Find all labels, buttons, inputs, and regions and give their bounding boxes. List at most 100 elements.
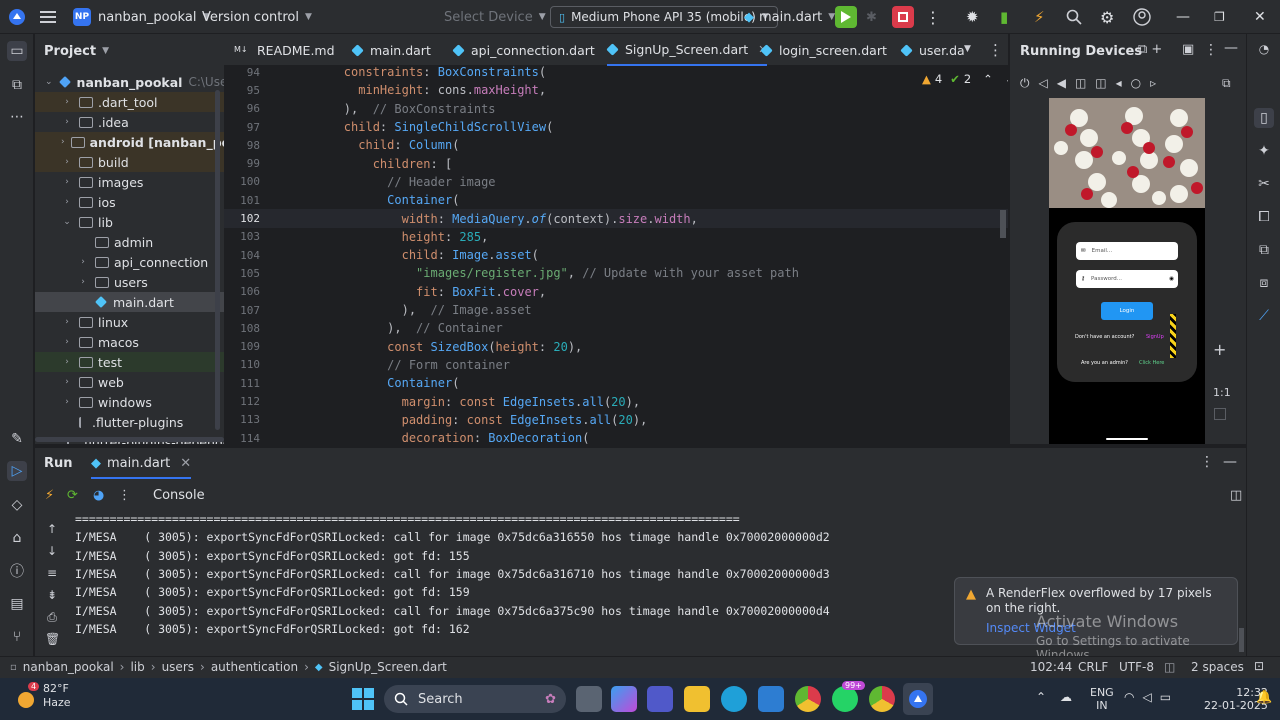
chevron-down-icon[interactable]: ▼: [964, 44, 971, 54]
password-field[interactable]: ⚷ Password... ◉: [1076, 270, 1178, 288]
more-icon[interactable]: ⋮: [1200, 454, 1214, 470]
hot-reload-icon[interactable]: ⚡: [1034, 0, 1045, 34]
code-line[interactable]: 98 child: Column(: [224, 136, 1008, 154]
login-button[interactable]: Login: [1101, 302, 1153, 320]
click-here-link[interactable]: Click Here: [1139, 360, 1164, 366]
copilot-icon[interactable]: [611, 686, 637, 712]
account-icon[interactable]: [1133, 0, 1151, 34]
file-explorer-icon[interactable]: [684, 686, 710, 712]
android-studio-taskbar-icon[interactable]: [903, 683, 933, 715]
bug-icon[interactable]: ✹: [966, 0, 979, 34]
tab-login-screen-dart[interactable]: login_screen.dart: [760, 34, 887, 66]
chevron-right-icon[interactable]: ›: [61, 137, 65, 147]
screenshot-icon[interactable]: ⧉: [1222, 76, 1231, 91]
structure-icon[interactable]: ⧉: [7, 75, 27, 95]
chevron-right-icon[interactable]: ›: [61, 377, 73, 387]
whatsapp-icon[interactable]: 99+: [832, 681, 865, 712]
code-line[interactable]: 104 child: Image.asset(: [224, 246, 1008, 264]
tree-item[interactable]: › ios: [35, 192, 224, 212]
layout-inspector-icon[interactable]: ⧠: [1254, 207, 1274, 227]
tree-item[interactable]: › linux: [35, 312, 224, 332]
indent-setting[interactable]: 2 spaces: [1191, 660, 1244, 674]
lock-icon[interactable]: ⊡: [1254, 659, 1264, 673]
code-line[interactable]: 105 "images/register.jpg", // Update wit…: [224, 264, 1008, 282]
debug-icon[interactable]: ✱: [866, 0, 877, 34]
tab-user-da[interactable]: user.da: [900, 34, 965, 66]
minimize-icon[interactable]: —: [1176, 0, 1190, 34]
layout-icon[interactable]: ◫: [1230, 488, 1242, 503]
project-selector[interactable]: NP nanban_pookal ▼: [73, 0, 209, 34]
console-tab[interactable]: Console: [153, 488, 205, 503]
code-line[interactable]: 111 Container(: [224, 374, 1008, 392]
tree-item[interactable]: main.dart: [35, 292, 224, 312]
caret-position[interactable]: 102:44: [1030, 660, 1072, 674]
run-config-selector[interactable]: ◆ main.dart ▼: [744, 0, 835, 34]
flutter-inspector-icon[interactable]: ✎: [7, 429, 27, 449]
tree-item[interactable]: › macos: [35, 332, 224, 352]
console-toolbar[interactable]: ↑ ↓ ≡ ⇟ ⎙ 🗑: [45, 518, 60, 650]
chevron-right-icon[interactable]: ›: [61, 397, 73, 407]
system-tray-icons[interactable]: ◠◁▭: [1124, 690, 1179, 704]
zoom-level[interactable]: 1:1: [1213, 386, 1231, 399]
chevron-right-icon[interactable]: ›: [61, 157, 73, 167]
tree-item[interactable]: › images: [35, 172, 224, 192]
edge-icon[interactable]: [721, 686, 747, 712]
tree-item[interactable]: › api_connection: [35, 252, 224, 272]
weather-widget[interactable]: 82°F Haze: [43, 682, 71, 710]
console-scrollbar[interactable]: [1239, 628, 1244, 652]
chevron-right-icon[interactable]: ›: [61, 177, 73, 187]
file-encoding[interactable]: UTF-8: [1119, 660, 1154, 674]
gemini-icon[interactable]: ✦: [1254, 141, 1274, 161]
devtools-icon[interactable]: ◕: [93, 488, 104, 503]
tree-item[interactable]: › windows: [35, 392, 224, 412]
tab-api-connection-dart[interactable]: api_connection.dart: [452, 34, 595, 66]
hot-reload-icon[interactable]: ⚡: [45, 488, 54, 503]
code-line[interactable]: 96 ), // BoxConstraints: [224, 100, 1008, 118]
code-line[interactable]: 103 height: 285,: [224, 228, 1008, 246]
code-line[interactable]: 97 child: SingleChildScrollView(: [224, 118, 1008, 136]
code-line[interactable]: 107 ), // Image.asset: [224, 301, 1008, 319]
breadcrumb-item[interactable]: nanban_pookal: [23, 660, 114, 674]
project-root[interactable]: ⌄ nanban_pookal C:\Users\A: [35, 72, 224, 92]
tab-signup-screen-dart[interactable]: SignUp_Screen.dart✕: [606, 34, 768, 66]
code-line[interactable]: 110 // Form container: [224, 356, 1008, 374]
chrome-icon[interactable]: [795, 686, 821, 712]
layout-icon[interactable]: ▣: [1182, 42, 1194, 57]
search-icon[interactable]: [1066, 0, 1082, 34]
code-line[interactable]: 106 fit: BoxFit.cover,: [224, 283, 1008, 301]
hide-icon[interactable]: —: [1223, 454, 1237, 470]
windows-start-icon[interactable]: [352, 688, 374, 714]
eye-icon[interactable]: ◉: [1169, 276, 1174, 282]
teams-icon[interactable]: [647, 686, 673, 712]
more-icon[interactable]: ⋮: [1204, 42, 1218, 58]
notifications-icon[interactable]: ◔: [1254, 39, 1274, 59]
tray-app-icon[interactable]: ☁: [1060, 690, 1072, 704]
terminal-icon[interactable]: ▤: [7, 594, 27, 614]
code-editor[interactable]: 94 constraints: BoxConstraints(95 minHei…: [224, 66, 1008, 444]
chevron-right-icon[interactable]: ›: [61, 97, 73, 107]
tab-main-dart[interactable]: main.dart: [351, 34, 431, 66]
stop-button[interactable]: [892, 6, 914, 28]
tree-item[interactable]: › .idea: [35, 112, 224, 132]
close-icon[interactable]: ✕: [180, 456, 191, 471]
breadcrumb-item[interactable]: users: [162, 660, 194, 674]
code-line[interactable]: 108 ), // Container: [224, 319, 1008, 337]
tree-scrollbar[interactable]: [215, 90, 220, 430]
code-line[interactable]: 102 width: MediaQuery.of(context).size.w…: [224, 209, 1008, 228]
breadcrumb-item[interactable]: lib: [130, 660, 144, 674]
signup-link[interactable]: SignUp: [1146, 334, 1164, 340]
emulator-screen[interactable]: ✉ Email... ⚷ Password... ◉ Login Don't hav…: [1049, 98, 1205, 444]
breadcrumb-item[interactable]: SignUp_Screen.dart: [329, 660, 447, 674]
more-actions-icon[interactable]: ⋮: [925, 0, 941, 34]
running-devices-icon[interactable]: ▯: [1254, 108, 1274, 128]
run-tool-icon[interactable]: ▷: [7, 461, 27, 481]
main-menu-icon[interactable]: [40, 0, 56, 34]
more-icon[interactable]: ⋮: [118, 488, 131, 503]
git-icon[interactable]: ⑂: [7, 627, 27, 647]
tree-item[interactable]: › users: [35, 272, 224, 292]
gem-icon[interactable]: ◇: [7, 495, 27, 515]
tools-icon[interactable]: ✂: [1254, 174, 1274, 194]
device-mirror-icon[interactable]: ⧉: [1254, 240, 1274, 260]
tree-item[interactable]: › web: [35, 372, 224, 392]
problems-icon[interactable]: ⓘ: [7, 561, 27, 581]
